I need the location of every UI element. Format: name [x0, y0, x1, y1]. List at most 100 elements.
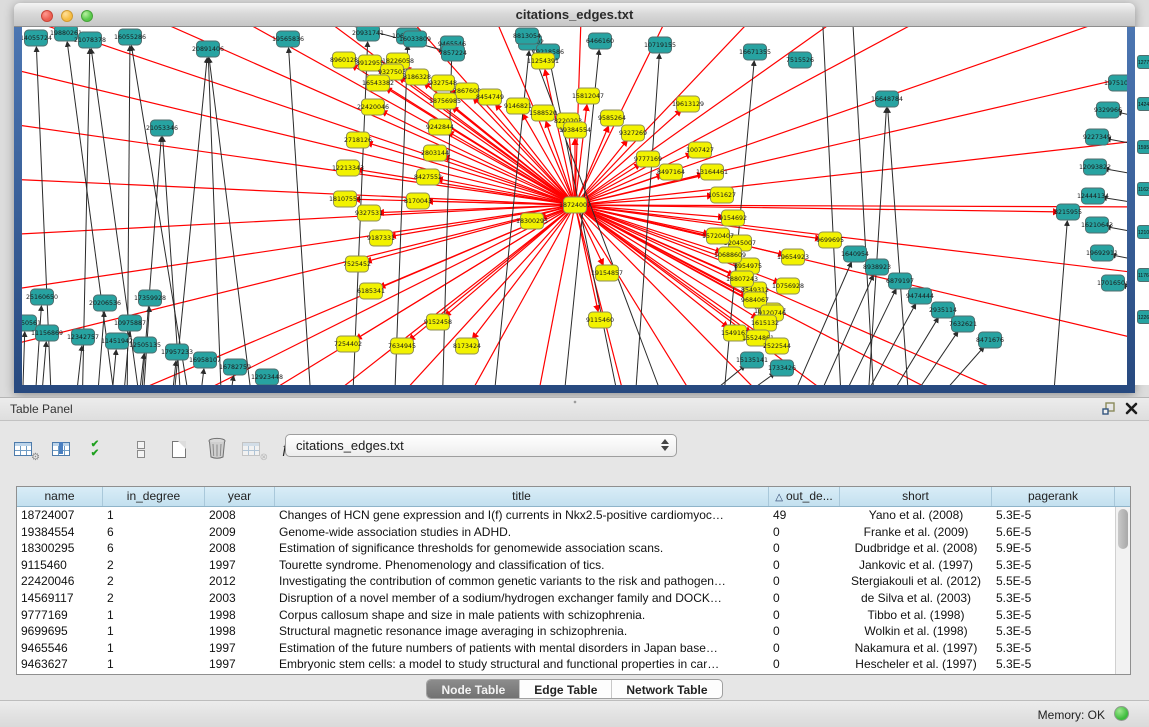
graph-node[interactable]: 15135141 — [736, 352, 768, 368]
graph-node[interactable]: 25160650 — [26, 289, 58, 305]
graph-edge[interactable] — [575, 110, 681, 205]
table-row[interactable]: 946554611997Estimation of the future num… — [17, 640, 1130, 657]
graph-node[interactable]: 7254402 — [334, 336, 362, 352]
graph-edge[interactable] — [1052, 221, 1067, 385]
table-cell[interactable]: 1997 — [205, 656, 275, 673]
table-cell[interactable]: Jankovic et al. (1997) — [840, 557, 992, 574]
show-columns-icon[interactable]: ✔ ✔ — [90, 436, 116, 462]
table-cell[interactable]: 2008 — [205, 540, 275, 557]
graph-node[interactable]: 8215955 — [1054, 204, 1082, 220]
graph-edge[interactable] — [74, 346, 82, 385]
table-cell[interactable]: Corpus callosum shape and size in male p… — [275, 607, 769, 624]
graph-node[interactable]: 19565836 — [272, 31, 304, 47]
table-cell[interactable]: 5.3E-5 — [992, 557, 1115, 574]
table-cell[interactable]: 9699695 — [17, 623, 103, 640]
graph-edge[interactable] — [834, 289, 896, 385]
graph-node[interactable]: 9154692 — [719, 210, 747, 226]
table-row[interactable]: 969969511998Structural magnetic resonanc… — [17, 623, 1130, 640]
graph-node[interactable]: 7634945 — [388, 338, 416, 354]
graph-edge[interactable] — [40, 342, 46, 385]
column-visibility-icon[interactable] — [52, 436, 78, 462]
table-cell[interactable]: 1998 — [205, 607, 275, 624]
table-cell[interactable]: 9115460 — [17, 557, 103, 574]
table-cell[interactable]: Estimation of significance thresholds fo… — [275, 540, 769, 557]
table-cell[interactable]: 9777169 — [17, 607, 103, 624]
table-row[interactable]: 1456911722003Disruption of a novel membe… — [17, 590, 1130, 607]
graph-edge[interactable] — [922, 347, 984, 385]
table-cell[interactable]: 5.6E-5 — [992, 524, 1115, 541]
graph-node[interactable]: 22420046 — [357, 99, 389, 115]
graph-node[interactable]: 16782759 — [219, 359, 251, 375]
graph-node[interactable]: 19751074 — [1104, 75, 1127, 91]
table-cell[interactable]: 22420046 — [17, 573, 103, 590]
graph-node[interactable]: 19654923 — [777, 249, 809, 265]
table-cell[interactable]: 6 — [103, 540, 205, 557]
graph-node[interactable]: 16958107 — [189, 352, 221, 368]
graph-node[interactable]: 9474444 — [906, 288, 934, 304]
table-cell[interactable]: 1 — [103, 640, 205, 657]
graph-node[interactable]: 20206536 — [89, 295, 121, 311]
table-cell[interactable]: 1 — [103, 507, 205, 524]
graph-node[interactable]: 9227349 — [1083, 129, 1111, 145]
graph-node[interactable]: 18724007 — [559, 197, 591, 213]
table-cell[interactable]: Disruption of a novel member of a sodium… — [275, 590, 769, 607]
graph-node[interactable]: 9777169 — [634, 151, 662, 167]
table-cell[interactable]: Stergiakouli et al. (2012) — [840, 573, 992, 590]
graph-node[interactable]: 2522544 — [763, 338, 791, 354]
panel-resize-grip[interactable] — [571, 400, 579, 404]
table-cell[interactable]: 2012 — [205, 573, 275, 590]
table-cell[interactable]: Tibbo et al. (1998) — [840, 607, 992, 624]
graph-edge[interactable] — [198, 369, 204, 385]
table-cell[interactable]: Franke et al. (2009) — [840, 524, 992, 541]
graph-node[interactable]: 15812047 — [572, 88, 604, 104]
graph-node[interactable]: 11156869 — [31, 325, 63, 341]
graph-node[interactable]: 21078378 — [74, 32, 106, 48]
table-cell[interactable]: Embryonic stem cells: a model to study s… — [275, 656, 769, 673]
graph-node[interactable]: 12444134 — [1077, 188, 1109, 204]
table-panel-titlebar[interactable]: Table Panel — [0, 398, 1149, 421]
delete-table-icon[interactable] — [204, 436, 230, 462]
graph-node[interactable]: 18756985 — [429, 93, 461, 109]
table-cell[interactable]: de Silva et al. (2003) — [840, 590, 992, 607]
column-header-name[interactable]: name — [17, 487, 103, 506]
graph-node[interactable]: 12505135 — [129, 337, 161, 353]
graph-node[interactable]: 7515526 — [786, 52, 814, 68]
column-header-out_de[interactable]: △out_de... — [769, 487, 840, 506]
graph-node[interactable]: 11254391 — [527, 53, 559, 69]
tab-network-table[interactable]: Network Table — [612, 680, 721, 699]
graph-node[interactable]: 21053346 — [146, 120, 178, 136]
graph-node[interactable]: 8960128 — [330, 52, 358, 68]
graph-node[interactable]: 18107554 — [329, 191, 361, 207]
graph-node[interactable]: 9585264 — [598, 110, 626, 126]
graph-node[interactable]: 19154857 — [591, 265, 623, 281]
graph-node[interactable]: 1051627 — [708, 187, 736, 203]
graph-edge[interactable] — [172, 58, 207, 385]
graph-node[interactable]: 2718126 — [344, 132, 372, 148]
table-settings-icon[interactable]: ⚙ — [14, 436, 40, 462]
graph-node[interactable]: 8471676 — [976, 332, 1004, 348]
graph-node[interactable]: 7525452 — [343, 256, 371, 272]
table-cell[interactable]: 2009 — [205, 524, 275, 541]
table-cell[interactable]: 49 — [769, 507, 840, 524]
graph-node[interactable]: 1588520 — [529, 105, 557, 121]
graph-edge[interactable] — [22, 27, 575, 205]
table-cell[interactable]: 1 — [103, 607, 205, 624]
graph-node[interactable]: 12213343 — [332, 160, 364, 176]
table-cell[interactable]: 5.3E-5 — [992, 656, 1115, 673]
table-cell[interactable]: 9465546 — [17, 640, 103, 657]
graph-edge[interactable] — [190, 27, 575, 205]
table-cell[interactable]: 0 — [769, 656, 840, 673]
graph-node[interactable]: 16671355 — [739, 44, 771, 60]
table-cell[interactable]: 18300295 — [17, 540, 103, 557]
graph-node[interactable]: 1733426 — [768, 360, 796, 376]
graph-node[interactable]: 14055724 — [22, 30, 52, 46]
graph-node[interactable]: 8813054 — [513, 28, 541, 44]
graph-edge[interactable] — [367, 143, 575, 205]
table-cell[interactable]: 19384554 — [17, 524, 103, 541]
graph-node[interactable]: 17359928 — [134, 290, 166, 306]
graph-node[interactable]: 8938923 — [863, 259, 891, 275]
graph-edge[interactable] — [22, 332, 25, 385]
graph-node[interactable]: 1640954 — [841, 246, 869, 262]
graph-node[interactable]: 6185341 — [357, 283, 385, 299]
table-cell[interactable]: Estimation of the future numbers of pati… — [275, 640, 769, 657]
